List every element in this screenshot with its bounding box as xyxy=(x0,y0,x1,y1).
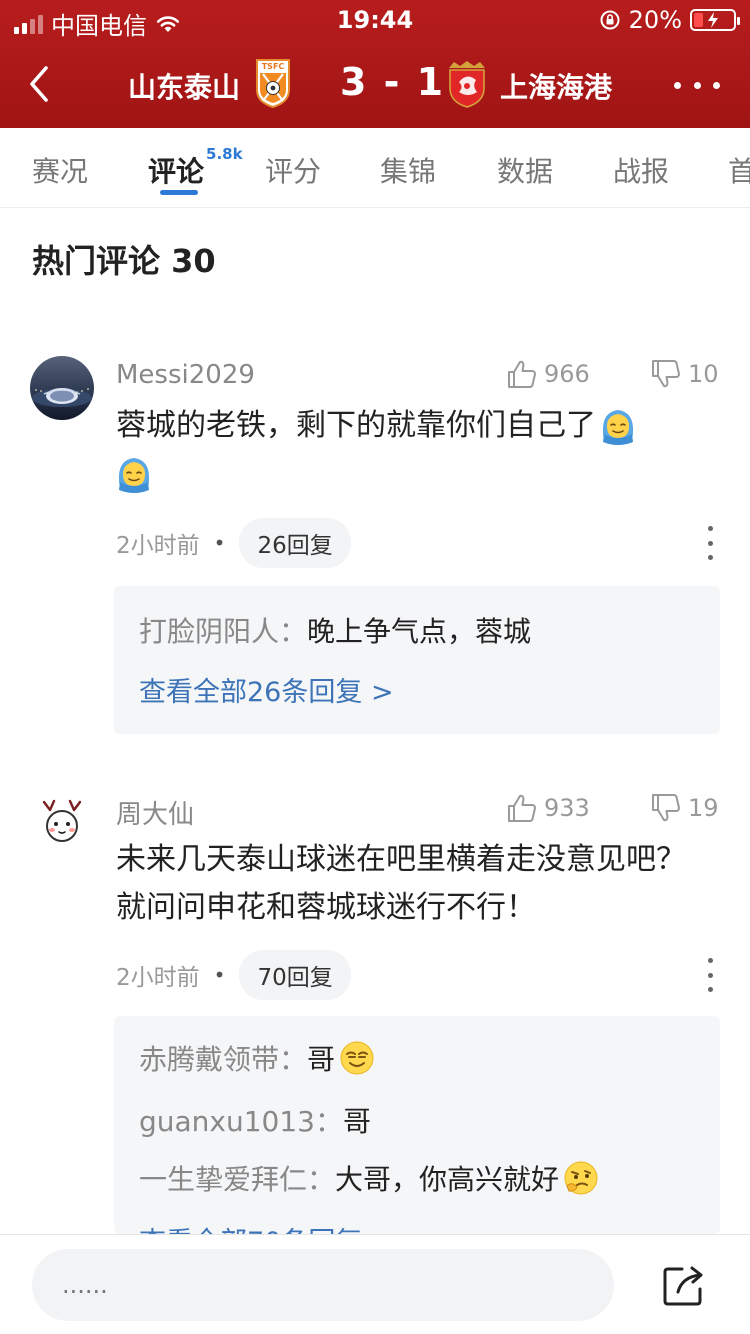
reply-author: 一生挚爱拜仁： xyxy=(139,1163,336,1196)
reply-line[interactable]: 一生挚爱拜仁： 大哥，你高兴就好 xyxy=(139,1158,599,1198)
more-options-icon[interactable] xyxy=(674,70,720,100)
carrier-label: 中国电信 xyxy=(51,12,147,40)
avatar[interactable] xyxy=(30,790,94,854)
signal-icon xyxy=(14,14,43,34)
avatar[interactable] xyxy=(30,356,94,420)
tab-first[interactable]: 首 xyxy=(728,150,750,190)
reply-preview-box: 打脸阴阳人： 晚上争气点，蓉城 查看全部26条回复 > xyxy=(114,586,720,734)
tab-highlights[interactable]: 集锦 xyxy=(380,150,436,190)
like-count: 933 xyxy=(544,794,590,822)
tab-report[interactable]: 战报 xyxy=(613,150,669,190)
comment-more-icon[interactable] xyxy=(700,958,720,992)
like-count: 966 xyxy=(544,360,590,388)
reply-line[interactable]: 赤腾戴领带：哥 xyxy=(139,1038,375,1078)
share-icon[interactable] xyxy=(660,1263,708,1309)
reply-preview-box: 赤腾戴领带：哥 guanxu1013：哥 一生挚爱拜仁：大哥，你高兴就好 查看全… xyxy=(114,1016,720,1234)
like-button[interactable]: 933 xyxy=(506,792,590,824)
tab-bar: 赛况 评论5.8k 评分 集锦 数据 战报 首 xyxy=(0,128,750,208)
thumbs-down-icon xyxy=(652,794,680,822)
comment-time: 2小时前 xyxy=(116,533,200,559)
reply-count-button[interactable]: 26回复 xyxy=(239,518,351,568)
comment-text-content: 蓉城的老铁，剩下的就靠你们自己了 xyxy=(116,408,596,443)
reply-author: 打脸阴阳人： xyxy=(139,615,308,648)
comment-time: 2小时前 xyxy=(116,965,200,991)
like-button[interactable]: 966 xyxy=(506,358,590,390)
reply-text: 晚上争气点，蓉城 xyxy=(307,615,532,648)
orientation-lock-icon xyxy=(600,10,620,30)
tab-ratings[interactable]: 评分 xyxy=(265,150,321,190)
comment-username[interactable]: 周大仙 xyxy=(116,794,194,831)
cool-smile-emoji-icon xyxy=(340,1041,374,1075)
reply-text: 哥 xyxy=(307,1043,336,1076)
thinking-emoji-icon xyxy=(564,1161,598,1195)
reply-line[interactable]: guanxu1013：哥 xyxy=(139,1100,371,1140)
thumbs-up-icon xyxy=(508,360,536,388)
comment-more-icon[interactable] xyxy=(700,526,720,560)
tab-live[interactable]: 赛况 xyxy=(32,150,88,190)
match-score: 3 - 1 xyxy=(340,60,446,104)
battery-icon xyxy=(690,9,740,31)
battery-percent: 20% xyxy=(628,6,682,34)
status-left: 中国电信 xyxy=(14,6,181,41)
reply-line[interactable]: 打脸阴阳人： 晚上争气点，蓉城 xyxy=(139,610,531,650)
home-team-logo-icon[interactable]: TSFC xyxy=(255,58,291,108)
home-logo-text: TSFC xyxy=(262,62,285,71)
match-bar: 山东泰山 TSFC 3 - 1 上海海港 xyxy=(0,46,750,124)
wifi-icon xyxy=(156,15,180,32)
comment-username[interactable]: Messi2029 xyxy=(116,360,255,390)
comment-input[interactable] xyxy=(32,1249,614,1321)
blanket-emoji-icon xyxy=(602,409,634,445)
reply-author: guanxu1013： xyxy=(139,1105,343,1138)
thumbs-down-icon xyxy=(652,360,680,388)
comment-text: 未来几天泰山球迷在吧里横着走没意见吧？就问问申花和蓉城球迷行不行！ xyxy=(116,842,686,925)
match-header: 中国电信 19:44 20% 山东泰山 TSFC 3 - 1 上海海港 xyxy=(0,0,750,128)
status-right: 20% xyxy=(599,6,740,34)
meta-separator: • xyxy=(213,963,226,987)
view-all-replies-link[interactable]: 查看全部26条回复 > xyxy=(139,670,394,709)
bottom-comment-bar xyxy=(0,1234,750,1334)
home-team-name[interactable]: 山东泰山 xyxy=(128,66,240,106)
reply-text: 哥 xyxy=(343,1105,372,1138)
thumbs-up-icon xyxy=(508,794,536,822)
reply-count-button[interactable]: 70回复 xyxy=(239,950,351,1000)
dislike-button[interactable]: 19 xyxy=(650,792,719,824)
reply-author: 赤腾戴领带： xyxy=(139,1043,308,1076)
dislike-count: 10 xyxy=(688,360,719,388)
tab-active-indicator xyxy=(160,190,198,195)
reply-text: 大哥，你高兴就好 xyxy=(335,1163,560,1196)
status-bar: 中国电信 19:44 20% xyxy=(0,0,750,40)
away-team-name[interactable]: 上海海港 xyxy=(500,66,612,106)
view-all-replies-link[interactable]: 查看全部70条回复 > xyxy=(139,1220,394,1234)
tab-comments[interactable]: 评论5.8k xyxy=(148,145,243,190)
comment-meta: 2小时前 • 26回复 xyxy=(116,518,351,568)
tab-comments-badge: 5.8k xyxy=(206,144,243,163)
comment-text: 蓉城的老铁，剩下的就靠你们自己了 xyxy=(116,402,696,498)
blanket-emoji-icon xyxy=(118,457,150,493)
back-icon[interactable] xyxy=(22,62,62,106)
dislike-count: 19 xyxy=(688,794,719,822)
away-team-logo-icon[interactable] xyxy=(446,60,488,108)
dislike-button[interactable]: 10 xyxy=(650,358,719,390)
tab-stats[interactable]: 数据 xyxy=(497,150,553,190)
meta-separator: • xyxy=(213,531,226,555)
tab-comments-label: 评论 xyxy=(148,155,205,188)
comment-meta: 2小时前 • 70回复 xyxy=(116,950,351,1000)
hot-comments-title: 热门评论 30 xyxy=(32,242,216,280)
